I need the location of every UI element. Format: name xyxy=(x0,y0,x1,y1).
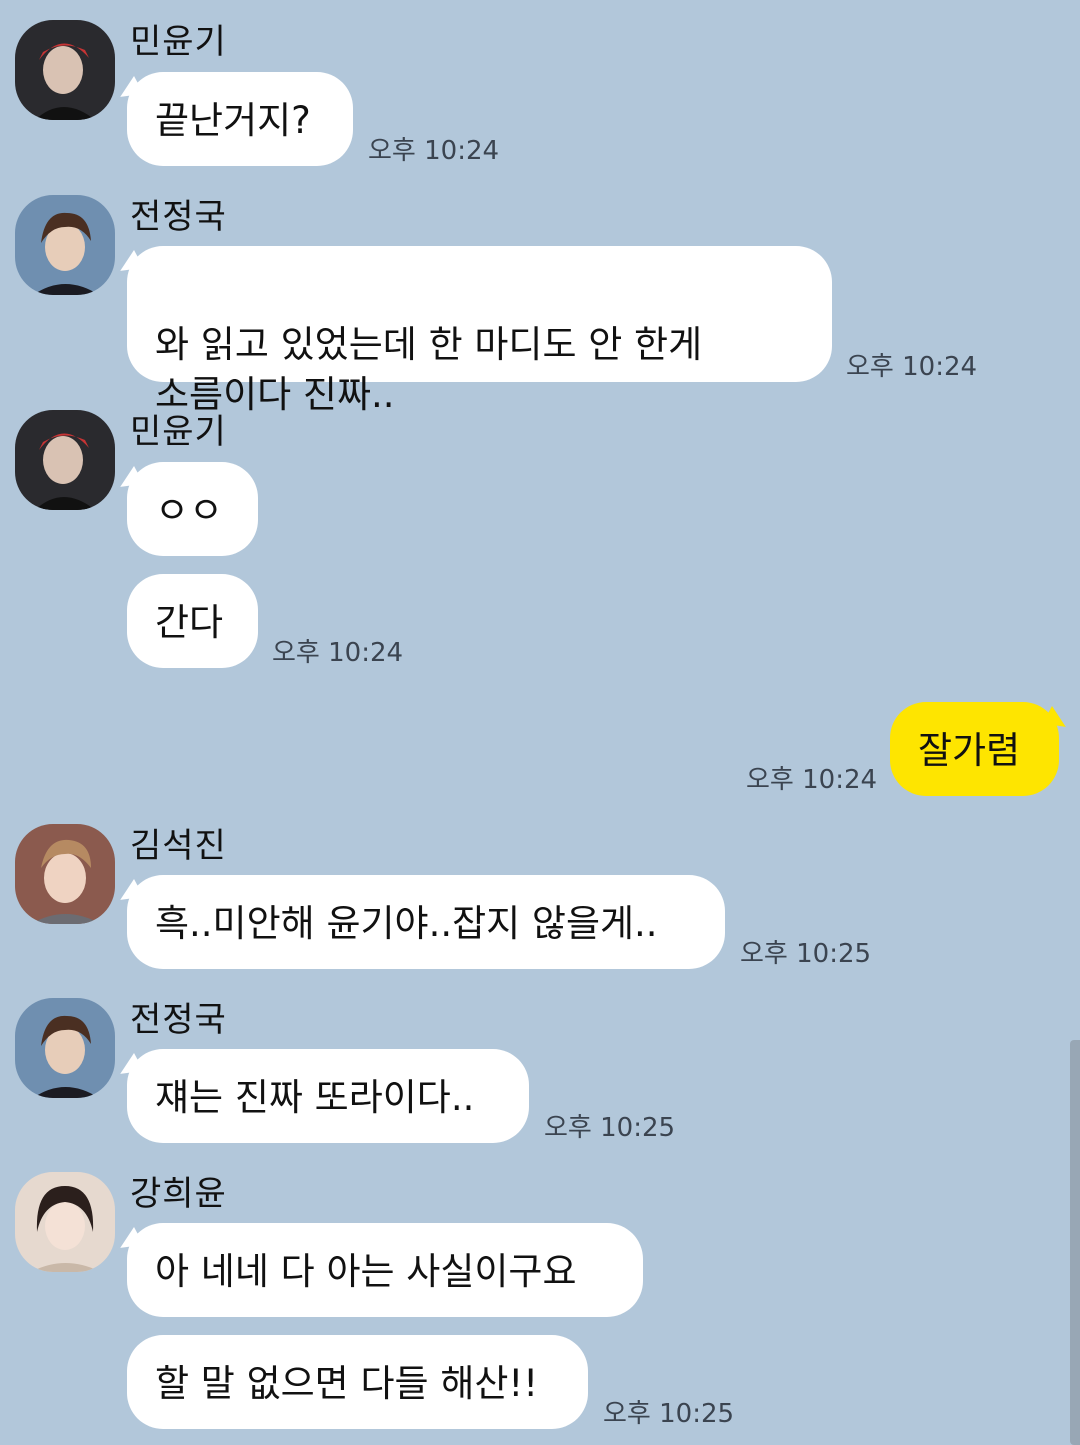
avatar-jeon-jungkook[interactable] xyxy=(15,195,115,295)
message-time: 오후 10:25 xyxy=(544,1113,676,1143)
profile-photo-icon xyxy=(15,195,115,295)
avatar-min-yoongi[interactable] xyxy=(15,410,115,510)
sender-name: 전정국 xyxy=(130,197,227,237)
message-time: 오후 10:24 xyxy=(746,765,878,795)
message-bubble[interactable]: 쟤는 진짜 또라이다.. xyxy=(127,1049,529,1143)
message-text: 할 말 없으면 다들 해산!! xyxy=(155,1362,539,1405)
my-message-bubble[interactable]: 잘가렴 xyxy=(890,702,1059,796)
message-bubble[interactable]: 아 네네 다 아는 사실이구요 xyxy=(127,1223,643,1317)
profile-photo-icon xyxy=(15,998,115,1098)
message-text: 흑..미안해 윤기야..잡지 않을게.. xyxy=(155,902,658,945)
avatar-min-yoongi[interactable] xyxy=(15,20,115,120)
sender-name: 민윤기 xyxy=(130,22,227,62)
message-time: 오후 10:25 xyxy=(603,1399,735,1429)
avatar-kim-seokjin[interactable] xyxy=(15,824,115,924)
avatar-jeon-jungkook[interactable] xyxy=(15,998,115,1098)
avatar-kang-heeyoon[interactable] xyxy=(15,1172,115,1272)
message-text: 쟤는 진짜 또라이다.. xyxy=(155,1076,475,1119)
message-time: 오후 10:24 xyxy=(368,136,500,166)
message-text: ㅇㅇ xyxy=(155,489,224,532)
message-time: 오후 10:25 xyxy=(740,939,872,969)
message-bubble[interactable]: 끝난거지? xyxy=(127,72,353,166)
message-bubble[interactable]: 할 말 없으면 다들 해산!! xyxy=(127,1335,588,1429)
message-bubble[interactable]: 간다 xyxy=(127,574,258,668)
message-bubble[interactable]: ㅇㅇ xyxy=(127,462,258,556)
profile-photo-icon xyxy=(15,824,115,924)
message-time: 오후 10:24 xyxy=(846,352,978,382)
profile-photo-icon xyxy=(15,20,115,120)
message-time: 오후 10:24 xyxy=(272,638,404,668)
message-text: 아 네네 다 아는 사실이구요 xyxy=(155,1250,577,1293)
message-bubble[interactable]: 와 읽고 있었는데 한 마디도 안 한게 소름이다 진짜.. xyxy=(127,246,832,416)
profile-photo-icon xyxy=(15,410,115,510)
message-text: 끝난거지? xyxy=(155,99,311,142)
message-text: 간다 xyxy=(155,601,224,644)
profile-photo-icon xyxy=(15,1172,115,1272)
message-text: 와 읽고 있었는데 한 마디도 안 한게 소름이다 진짜.. xyxy=(155,323,703,416)
sender-name: 김석진 xyxy=(130,826,227,866)
message-text: 잘가렴 xyxy=(918,729,1021,772)
sender-name: 민윤기 xyxy=(130,412,227,452)
sender-name: 전정국 xyxy=(130,1000,227,1040)
message-bubble[interactable]: 흑..미안해 윤기야..잡지 않을게.. xyxy=(127,875,725,969)
scrollbar[interactable] xyxy=(1070,1040,1080,1445)
sender-name: 강희윤 xyxy=(130,1174,227,1214)
